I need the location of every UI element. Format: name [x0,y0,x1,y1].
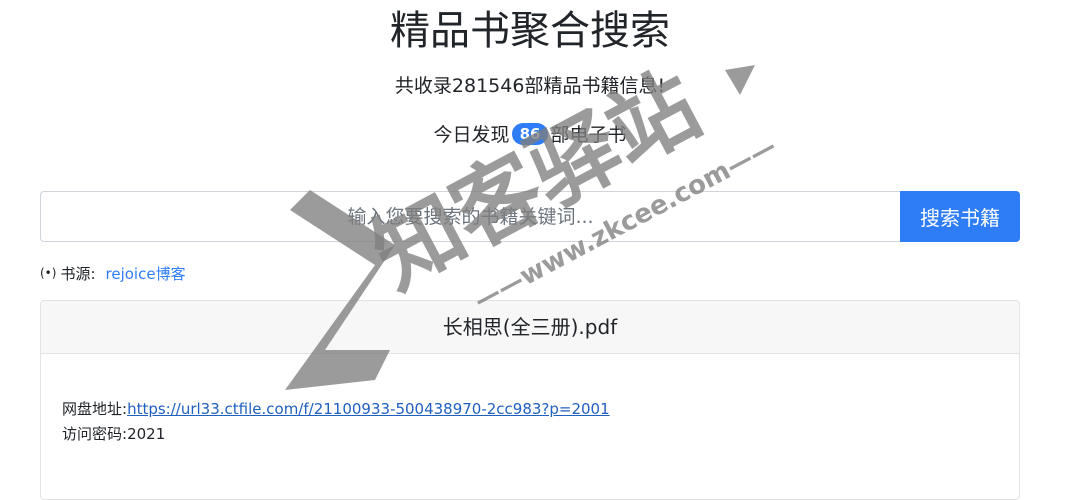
search-bar: 搜索书籍 [40,191,1020,242]
radio-icon: (•) [40,266,57,280]
result-title: 长相思(全三册).pdf [41,301,1019,354]
book-source: (•) 书源: rejoice博客 [40,261,186,285]
today-suffix: 部电子书 [550,124,627,146]
disk-address-link[interactable]: https://url33.ctfile.com/f/21100933-5004… [127,400,610,418]
access-password-label: 访问密码: [62,425,128,443]
search-input[interactable] [40,191,900,242]
search-button[interactable]: 搜索书籍 [900,191,1020,242]
source-label: 书源: [60,264,96,283]
source-link[interactable]: rejoice博客 [106,263,186,284]
access-password-row: 访问密码:2021 [62,422,1019,447]
disk-address-row: 网盘地址:https://url33.ctfile.com/f/21100933… [62,397,1019,422]
page-title: 精品书聚合搜索 [390,8,670,54]
disk-address-label: 网盘地址: [62,400,128,418]
today-count-badge: 86 [511,123,549,145]
today-found-text: 今日发现 86 部电子书 [0,121,1060,149]
result-card: 长相思(全三册).pdf 网盘地址:https://url33.ctfile.c… [40,300,1020,500]
result-body: 网盘地址:https://url33.ctfile.com/f/21100933… [41,354,1019,447]
access-password-value: 2021 [127,425,166,443]
book-count-text: 共收录281546部精品书籍信息! [394,75,666,97]
today-prefix: 今日发现 [433,124,510,146]
